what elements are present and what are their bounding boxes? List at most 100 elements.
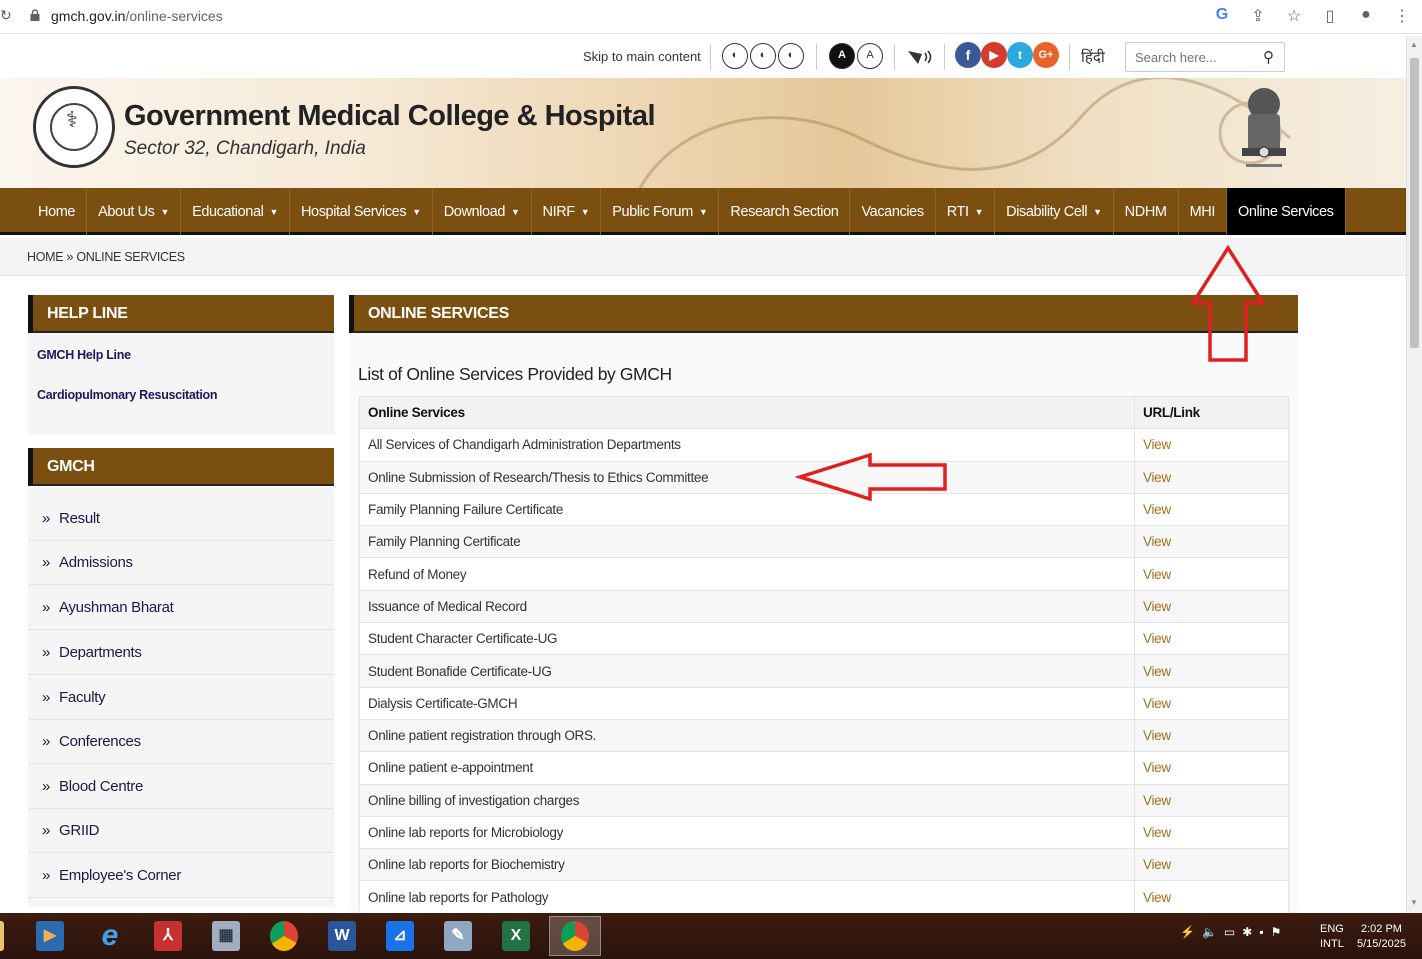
nav-item-download[interactable]: Download ▼ [433, 188, 532, 235]
taskbar-app-chrome-active[interactable] [549, 916, 601, 956]
view-link[interactable]: View [1134, 783, 1289, 817]
tray-bluetooth-icon[interactable]: ✱ [1242, 925, 1252, 939]
view-link[interactable]: View [1134, 718, 1289, 753]
taskbar-app-ie[interactable]: e [84, 916, 136, 956]
nav-item-nirf[interactable]: NIRF ▼ [532, 188, 602, 235]
view-link[interactable]: View [1134, 557, 1289, 591]
taskbar-app-paint[interactable]: ✎ [432, 916, 484, 956]
bullet-icon: » [42, 644, 51, 661]
list-title: List of Online Services Provided by GMCH [358, 364, 672, 384]
service-name-cell: Student Bonafide Certificate-UG [359, 654, 1135, 688]
view-link[interactable]: View [1134, 880, 1289, 914]
view-link[interactable]: View [1134, 428, 1289, 462]
font-normal-button[interactable]: A [857, 43, 883, 69]
skip-to-main-link[interactable]: Skip to main content [583, 49, 701, 64]
sidebar-item-employee-s-corner[interactable]: » Employee's Corner [28, 854, 334, 898]
sidepanel-icon[interactable]: ▯ [1320, 6, 1340, 26]
view-link[interactable]: View [1134, 589, 1289, 624]
contrast-2-icon[interactable]: ◐ [750, 43, 776, 69]
view-link[interactable]: View [1134, 525, 1289, 559]
view-link[interactable]: View [1134, 460, 1289, 494]
nav-item-label: Educational [192, 203, 264, 220]
sidebar-item-label: Result [59, 510, 100, 527]
sidebar-item-conferences[interactable]: » Conferences [28, 720, 334, 764]
bullet-icon: » [42, 778, 51, 795]
nav-item-mhi[interactable]: MHI [1179, 188, 1227, 235]
nav-item-home[interactable]: Home [27, 188, 88, 235]
scrollbar-thumb[interactable] [1410, 58, 1419, 348]
nav-item-rti[interactable]: RTI ▼ [936, 188, 996, 235]
view-link[interactable]: View [1134, 492, 1289, 527]
scroll-up-icon[interactable]: ▲ [1410, 40, 1418, 49]
input-language[interactable]: ENG INTL [1320, 922, 1344, 952]
nav-item-ndhm[interactable]: NDHM [1114, 188, 1179, 235]
sidebar-item-label: Admissions [59, 554, 133, 571]
taskbar-app-calculator[interactable]: ▦ [200, 916, 252, 956]
contrast-1-icon[interactable]: ◐ [722, 43, 748, 69]
sidebar-item-ayushman-bharat[interactable]: » Ayushman Bharat [28, 586, 334, 630]
view-link[interactable]: View [1134, 622, 1289, 656]
nav-item-about-us[interactable]: About Us ▼ [87, 188, 182, 235]
nav-item-hospital-services[interactable]: Hospital Services ▼ [290, 188, 433, 235]
gmch-helpline-link[interactable]: GMCH Help Line [37, 348, 131, 362]
caret-down-icon: ▼ [580, 206, 590, 217]
tray-power-icon[interactable]: ⚡ [1180, 925, 1195, 939]
sidebar-item-faculty[interactable]: » Faculty [28, 676, 334, 720]
view-link[interactable]: View [1134, 815, 1289, 850]
tray-network-icon[interactable]: ▭ [1224, 925, 1235, 939]
youtube-icon[interactable]: ▶ [981, 42, 1007, 68]
view-link[interactable]: View [1134, 686, 1289, 720]
sidebar-item-griid[interactable]: » GRIID [28, 809, 334, 853]
url-field[interactable]: gmch.gov.in/online-services [51, 8, 223, 24]
taskbar-app-chrome[interactable] [258, 916, 310, 956]
tray-app-icon[interactable]: ▪ [1259, 925, 1263, 939]
search-input[interactable] [1135, 43, 1255, 71]
taskbar-app-word[interactable]: W [316, 916, 368, 956]
nav-item-vacancies[interactable]: Vacancies [850, 188, 936, 235]
nav-item-disability-cell[interactable]: Disability Cell ▼ [995, 188, 1114, 235]
view-link[interactable]: View [1134, 654, 1289, 688]
profile-icon[interactable]: ● [1356, 6, 1376, 26]
taskbar-app-media[interactable]: ▶ [24, 916, 76, 956]
menu-icon[interactable]: ⋮ [1392, 6, 1412, 26]
tray-flag-icon[interactable]: ⚑ [1271, 925, 1282, 939]
nav-item-research-section[interactable]: Research Section [719, 188, 851, 235]
google-icon[interactable]: G [1212, 6, 1232, 26]
tray-volume-icon[interactable]: 🔈 [1202, 925, 1217, 939]
nav-item-educational[interactable]: Educational ▼ [181, 188, 290, 235]
sidebar-item-blood-centre[interactable]: » Blood Centre [28, 765, 334, 809]
google-plus-icon[interactable]: G+ [1033, 42, 1059, 68]
table-row: Student Character Certificate-UG View [359, 622, 1289, 656]
table-row: Online billing of investigation charges V… [359, 783, 1289, 817]
nav-list: Home About Us ▼ Educational ▼ Hospital Servic… [27, 188, 1346, 235]
screen-reader-icon[interactable] [906, 48, 934, 66]
share-icon[interactable]: ⇪ [1248, 6, 1268, 26]
nav-item-online-services[interactable]: Online Services [1226, 188, 1346, 235]
facebook-icon[interactable]: f [955, 42, 981, 68]
sidebar-item-admissions[interactable]: » Admissions [28, 541, 334, 585]
windows-taskbar: ▶ e ⅄ ▦ W ⊿ ✎ X ⚡ 🔈 ▭ ✱ ▪ ⚑ ENG INTL 2:02… [0, 913, 1422, 959]
font-large-button[interactable]: A [829, 43, 855, 69]
taskbar-app-acrobat[interactable]: ⅄ [142, 916, 194, 956]
hindi-language-link[interactable]: हिंदी [1081, 47, 1105, 67]
cpr-link[interactable]: Cardiopulmonary Resuscitation [37, 388, 218, 402]
breadcrumb-home-link[interactable]: HOME [27, 250, 64, 264]
view-link[interactable]: View [1134, 751, 1289, 785]
taskbar-app-excel[interactable]: X [490, 916, 542, 956]
gmch-logo[interactable]: ⚕ [33, 86, 115, 168]
twitter-icon[interactable]: t [1007, 42, 1033, 68]
taskbar-app-docs[interactable]: ⊿ [374, 916, 426, 956]
reload-icon[interactable]: ↻ [0, 7, 12, 24]
contrast-3-icon[interactable]: ◐ [778, 43, 804, 69]
sidebar-item-result[interactable]: » Result [28, 497, 334, 541]
page-scrollbar[interactable]: ▲ ▼ [1406, 36, 1422, 913]
search-icon[interactable]: ⚲ [1263, 48, 1274, 66]
taskbar-app-explorer[interactable] [0, 916, 16, 956]
browser-toolbar-icons: G ⇪ ☆ ▯ ● ⋮ [1212, 6, 1412, 26]
sidebar-item-departments[interactable]: » Departments [28, 631, 334, 675]
nav-item-public-forum[interactable]: Public Forum ▼ [601, 188, 720, 235]
scroll-down-icon[interactable]: ▼ [1410, 898, 1418, 907]
view-link[interactable]: View [1134, 848, 1289, 882]
star-icon[interactable]: ☆ [1284, 6, 1304, 26]
taskbar-clock[interactable]: 2:02 PM 5/15/2025 [1357, 922, 1406, 952]
